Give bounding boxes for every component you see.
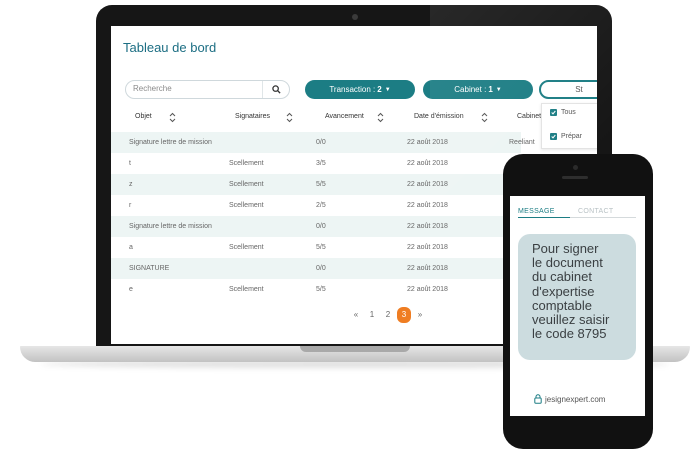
check-icon bbox=[551, 134, 556, 139]
message-line: veuillez saisir bbox=[532, 312, 610, 328]
phone-screen: MESSAGE CONTACT Pour signer le document … bbox=[510, 196, 645, 416]
table-row[interactable]: Signature lettre de mission 0/0 22 août 20… bbox=[111, 216, 521, 237]
tab-contact[interactable]: CONTACT bbox=[578, 208, 613, 215]
cell-avancement: 5/5 bbox=[316, 181, 326, 188]
cell-date: 22 août 2018 bbox=[407, 160, 448, 167]
site-link[interactable]: jesignexpert.com bbox=[534, 394, 605, 404]
search-button[interactable] bbox=[262, 81, 289, 98]
cell-avancement: 0/0 bbox=[316, 265, 326, 272]
pagination-page-3-current[interactable]: 3 bbox=[397, 307, 411, 323]
column-header-date[interactable]: Date d'émission bbox=[414, 113, 464, 120]
lock-icon bbox=[534, 394, 542, 404]
cell-objet: a bbox=[129, 244, 133, 251]
cell-avancement: 5/5 bbox=[316, 244, 326, 251]
laptop-notch bbox=[300, 346, 410, 352]
cell-avancement: 0/0 bbox=[316, 139, 326, 146]
cell-date: 22 août 2018 bbox=[407, 202, 448, 209]
caret-down-icon: ▼ bbox=[495, 86, 502, 93]
cell-signataires: Scellement bbox=[229, 181, 264, 188]
search-icon bbox=[271, 85, 281, 94]
sms-message-bubble: Pour signer le document du cabinet d'exp… bbox=[518, 234, 636, 360]
pagination-next[interactable]: » bbox=[413, 307, 427, 323]
search-input[interactable] bbox=[133, 84, 263, 93]
transaction-filter-count: 2 bbox=[377, 85, 382, 94]
pagination-prev[interactable]: « bbox=[349, 307, 363, 323]
transaction-filter-label: Transaction : bbox=[329, 85, 376, 94]
cell-objet: Signature lettre de mission bbox=[129, 223, 212, 230]
phone-camera bbox=[573, 165, 578, 170]
sms-message-text: Pour signer le document du cabinet d'exp… bbox=[532, 241, 632, 342]
column-header-signataires[interactable]: Signataires bbox=[235, 113, 270, 120]
search-box[interactable] bbox=[125, 80, 290, 99]
cell-avancement: 2/5 bbox=[316, 202, 326, 209]
dropdown-item-label: Prépar bbox=[561, 133, 583, 140]
sort-icon[interactable] bbox=[377, 112, 384, 123]
cell-objet: Signature lettre de mission bbox=[129, 139, 212, 146]
cell-objet: SIGNATURE bbox=[129, 265, 170, 272]
pagination-page-1[interactable]: 1 bbox=[365, 307, 379, 323]
laptop-camera bbox=[352, 14, 358, 20]
sort-icon[interactable] bbox=[169, 112, 176, 123]
transaction-filter-button[interactable]: Transaction : 2 ▼ bbox=[305, 80, 415, 99]
dropdown-item-tous[interactable]: Tous bbox=[550, 109, 576, 116]
cell-date: 22 août 2018 bbox=[407, 139, 448, 146]
cell-objet: e bbox=[129, 286, 133, 293]
table-row[interactable]: e Scellement 5/5 22 août 2018 bbox=[111, 279, 521, 300]
table-row[interactable]: t Scellement 3/5 22 août 2018 bbox=[111, 153, 521, 174]
table-row[interactable]: a Scellement 5/5 22 août 2018 bbox=[111, 237, 521, 258]
dropdown-item-label: Tous bbox=[561, 109, 576, 116]
caret-down-icon: ▼ bbox=[384, 86, 391, 93]
site-url: jesignexpert.com bbox=[545, 394, 606, 404]
cell-objet: t bbox=[129, 160, 131, 167]
column-header-avancement[interactable]: Avancement bbox=[325, 113, 364, 120]
cell-avancement: 5/5 bbox=[316, 286, 326, 293]
cell-avancement: 0/0 bbox=[316, 223, 326, 230]
cell-signataires: Scellement bbox=[229, 202, 264, 209]
cell-date: 22 août 2018 bbox=[407, 181, 448, 188]
cell-objet: z bbox=[129, 181, 133, 188]
cabinet-filter-button[interactable]: Cabinet : 1 ▼ bbox=[423, 80, 533, 99]
cell-avancement: 3/5 bbox=[316, 160, 326, 167]
message-line: du cabinet bbox=[532, 269, 592, 285]
table-row[interactable]: z Scellement 5/5 22 août 2018 bbox=[111, 174, 521, 195]
tab-active-indicator bbox=[518, 217, 570, 218]
cell-date: 22 août 2018 bbox=[407, 244, 448, 251]
message-line: comptable bbox=[532, 297, 592, 313]
column-header-cabinet[interactable]: Cabinet bbox=[517, 113, 541, 120]
cell-signataires: Scellement bbox=[229, 244, 264, 251]
checkbox-checked[interactable] bbox=[550, 133, 557, 140]
table-row[interactable]: SIGNATURE 0/0 22 août 2018 bbox=[111, 258, 521, 279]
phone-speaker bbox=[562, 176, 588, 179]
page-title: Tableau de bord bbox=[123, 40, 217, 55]
cell-signataires: Scellement bbox=[229, 160, 264, 167]
pagination-page-2[interactable]: 2 bbox=[381, 307, 395, 323]
dropdown-item-preparation[interactable]: Prépar bbox=[550, 133, 582, 140]
sort-icon[interactable] bbox=[286, 112, 293, 123]
cell-signataires: Scellement bbox=[229, 286, 264, 293]
table-row[interactable]: r Scellement 2/5 22 août 2018 bbox=[111, 195, 521, 216]
cell-objet: r bbox=[129, 202, 132, 209]
cabinet-filter-label: Cabinet : bbox=[454, 85, 487, 94]
status-dropdown: Tous Prépar bbox=[541, 103, 597, 149]
cell-cabinet: Reeliant bbox=[509, 139, 535, 146]
cell-date: 22 août 2018 bbox=[407, 265, 448, 272]
tab-message[interactable]: MESSAGE bbox=[518, 208, 555, 215]
cell-date: 22 août 2018 bbox=[407, 223, 448, 230]
message-line: d'expertise bbox=[532, 283, 595, 299]
status-filter-button[interactable]: St bbox=[539, 80, 597, 99]
message-line: Pour signer bbox=[532, 241, 599, 256]
cell-date: 22 août 2018 bbox=[407, 286, 448, 293]
column-header-objet[interactable]: Objet bbox=[135, 113, 152, 120]
table-header: Objet Signataires Avancement Date d'émis… bbox=[111, 110, 597, 128]
table-row[interactable]: Signature lettre de mission 0/0 22 août 20… bbox=[111, 132, 535, 153]
check-icon bbox=[551, 110, 556, 115]
cabinet-filter-count: 1 bbox=[488, 85, 493, 94]
sort-icon[interactable] bbox=[481, 112, 488, 123]
message-line: le code 8795 bbox=[532, 326, 607, 342]
checkbox-checked[interactable] bbox=[550, 109, 557, 116]
status-filter-label: St bbox=[575, 85, 583, 94]
message-line: le document bbox=[532, 255, 603, 271]
